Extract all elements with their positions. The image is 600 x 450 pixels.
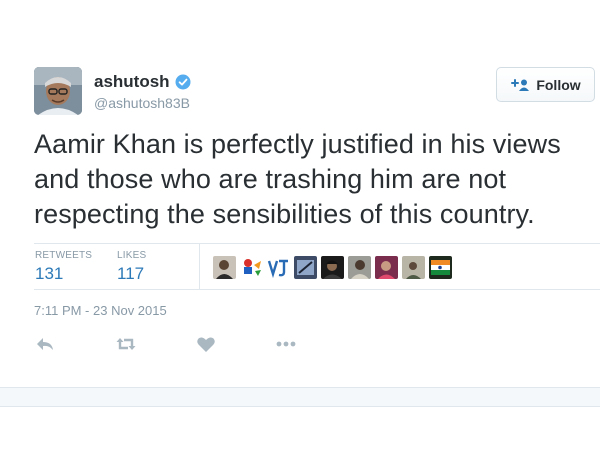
follow-user-icon (511, 78, 530, 91)
liker-avatar[interactable] (429, 256, 452, 279)
likes-label: LIKES (117, 250, 147, 261)
retweet-button[interactable] (115, 333, 137, 355)
verified-badge-icon (175, 74, 191, 90)
page: ashutosh @ashutosh83B Follow Aamir Khan … (0, 0, 600, 450)
liker-avatar[interactable] (267, 256, 290, 279)
like-button[interactable] (195, 333, 217, 355)
heart-icon (197, 337, 215, 352)
avatar[interactable] (34, 67, 82, 115)
stats-divider (199, 244, 200, 290)
tweet-timestamp[interactable]: 7:11 PM - 23 Nov 2015 (34, 303, 167, 318)
reply-button[interactable] (34, 333, 56, 355)
liker-avatar[interactable] (321, 256, 344, 279)
user-handle[interactable]: @ashutosh83B (94, 95, 190, 111)
liker-avatar[interactable] (348, 256, 371, 279)
tweet-card: ashutosh @ashutosh83B Follow Aamir Khan … (0, 0, 600, 387)
retweet-icon (116, 338, 136, 350)
liker-avatar[interactable] (294, 256, 317, 279)
liker-avatar[interactable] (375, 256, 398, 279)
tweet-stats: RETWEETS 131 LIKES 117 (34, 243, 600, 290)
display-name[interactable]: ashutosh (94, 72, 191, 92)
likes-stat[interactable]: LIKES 117 (117, 250, 146, 284)
reply-icon (37, 338, 53, 350)
liker-avatar[interactable] (213, 256, 236, 279)
liker-avatar[interactable] (402, 256, 425, 279)
follow-button-label: Follow (536, 76, 581, 93)
tweet-text-line: and those who are trashing him are not (34, 164, 507, 194)
card-footer-band (0, 387, 600, 407)
more-button[interactable] (275, 333, 297, 355)
follow-button[interactable]: Follow (496, 67, 595, 102)
tweet-text-line: Aamir Khan is perfectly justified in his… (34, 129, 561, 159)
tweet-text: Aamir Khan is perfectly justified in his… (34, 127, 600, 232)
likes-count: 117 (117, 264, 145, 283)
retweets-stat[interactable]: RETWEETS 131 (35, 250, 92, 284)
likers-avatars (213, 256, 452, 279)
liker-avatar[interactable] (240, 256, 263, 279)
retweets-label: RETWEETS (35, 250, 93, 261)
display-name-text[interactable]: ashutosh (94, 72, 170, 92)
more-dots-icon (276, 341, 296, 347)
retweets-count: 131 (35, 264, 64, 283)
tweet-text-line: respecting the sensibilities of this cou… (34, 199, 535, 229)
